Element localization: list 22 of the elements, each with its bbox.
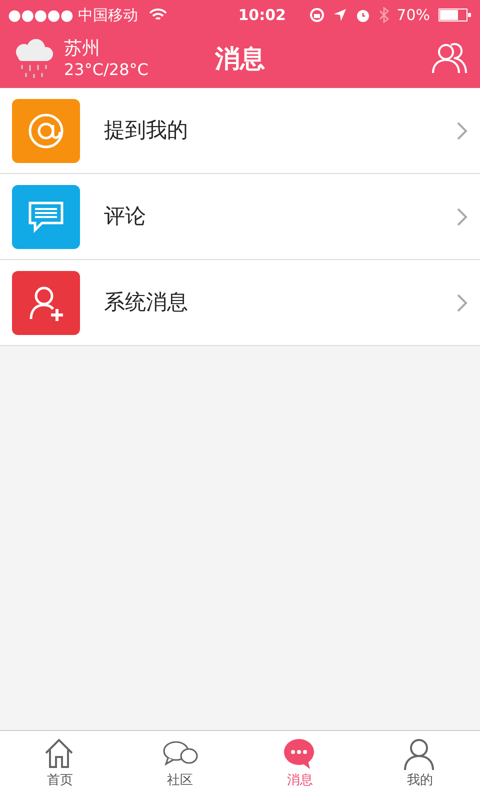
temperature-text: 23°C/28°C [64, 60, 148, 80]
list-item[interactable]: 提到我的 [0, 88, 480, 174]
list-item[interactable]: 评论 [0, 174, 480, 260]
tab[interactable]: 社区 [120, 731, 240, 800]
chevron-right-icon [456, 292, 468, 312]
battery-text: 70% [396, 4, 430, 26]
battery-icon [438, 7, 472, 23]
page-title: 消息 [215, 43, 265, 76]
alarm-icon [354, 7, 371, 23]
tab[interactable]: 消息 [240, 731, 360, 800]
time-text: 10:02 [238, 4, 286, 26]
rotation-lock-icon [308, 7, 325, 23]
tab[interactable]: 首页 [0, 731, 120, 800]
chevron-right-icon [456, 120, 468, 140]
carrier-text: ●●●●● 中国移动 [8, 4, 138, 26]
wifi-icon [148, 8, 168, 22]
location-icon [332, 8, 347, 22]
bluetooth-icon [378, 7, 389, 23]
tab[interactable]: 我的 [360, 731, 480, 800]
list-item[interactable]: 系统消息 [0, 260, 480, 346]
chevron-right-icon [456, 206, 468, 226]
city-text: 苏州 [64, 38, 101, 60]
